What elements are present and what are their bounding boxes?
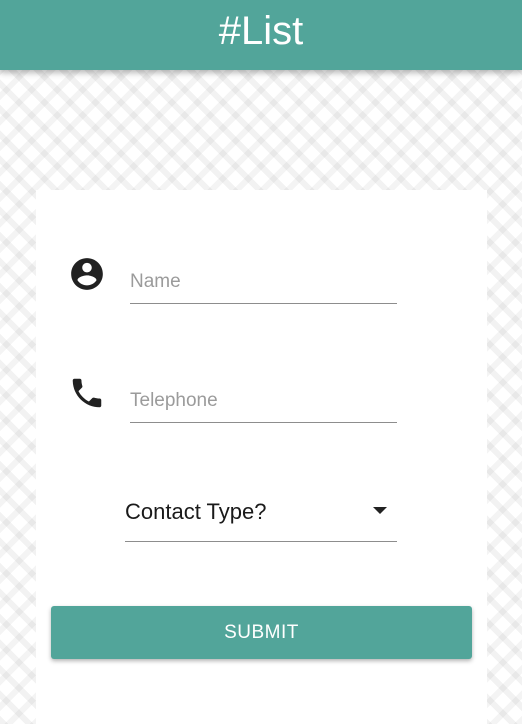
- contact-type-row: Contact Type?: [36, 486, 487, 556]
- name-input[interactable]: [130, 260, 397, 304]
- name-field-row: [36, 248, 487, 318]
- app-bar: #List: [0, 0, 522, 70]
- account-circle-icon: [68, 255, 106, 293]
- contact-form-card: Contact Type? SUBMIT: [36, 190, 487, 724]
- caret-down-icon: [373, 507, 387, 514]
- phone-icon: [68, 374, 106, 412]
- telephone-field-row: [36, 367, 487, 437]
- contact-type-label: Contact Type?: [125, 499, 267, 524]
- app-title: #List: [218, 9, 304, 53]
- submit-button[interactable]: SUBMIT: [51, 606, 472, 659]
- telephone-input[interactable]: [130, 379, 397, 423]
- contact-type-select[interactable]: Contact Type?: [125, 486, 397, 542]
